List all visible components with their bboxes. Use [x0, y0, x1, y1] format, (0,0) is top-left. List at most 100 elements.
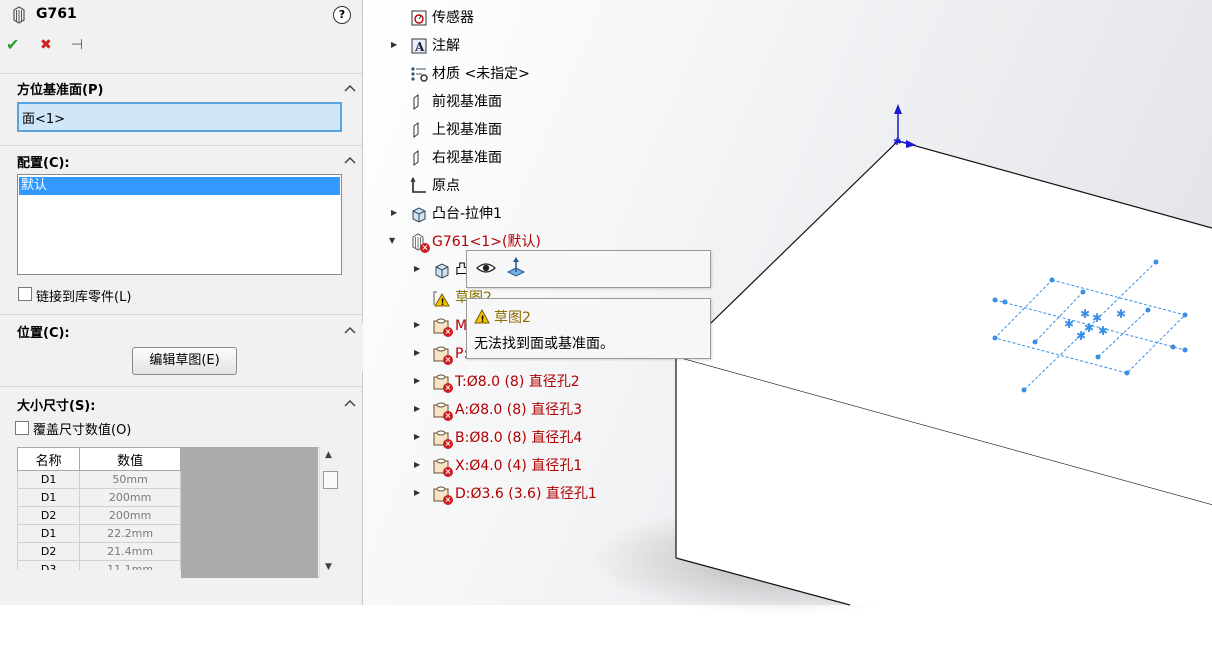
tree-child-hole[interactable]: × M: [433, 316, 467, 337]
override-dimension-label: 覆盖尺寸数值(O): [33, 423, 132, 438]
config-list[interactable]: 默认: [17, 174, 342, 275]
divider: [0, 145, 362, 146]
sensor-icon: [410, 9, 428, 27]
tree-item-label: G761<1>(默认): [432, 234, 541, 250]
library-feature-icon: [13, 6, 25, 24]
tree-child-hole[interactable]: × X:Ø4.0 (4) 直径孔1: [433, 456, 583, 477]
svg-text:✱: ✱: [893, 137, 901, 148]
plane-icon: [410, 121, 428, 139]
svg-text:!: !: [441, 298, 445, 307]
error-badge-icon: ×: [443, 383, 453, 393]
dim-value: 50mm: [79, 470, 181, 489]
plane-icon: [410, 93, 428, 111]
material-icon: [410, 65, 428, 83]
help-icon[interactable]: ?: [333, 6, 351, 24]
extrude-icon: [433, 261, 451, 279]
chevron-up-icon[interactable]: [344, 398, 356, 408]
tree-child-hole[interactable]: × B:Ø8.0 (8) 直径孔4: [433, 428, 583, 449]
library-feature-error-icon: ×: [410, 233, 430, 253]
edit-sketch-button[interactable]: 编辑草图(E): [132, 347, 237, 375]
expand-arrow-icon[interactable]: ▶: [414, 483, 424, 503]
pin-icon[interactable]: ⊣: [71, 36, 83, 54]
tree-item-right-plane[interactable]: 右视基准面: [410, 148, 502, 168]
scroll-down-icon[interactable]: ▼: [325, 562, 332, 572]
tree-child-hole[interactable]: × T:Ø8.0 (8) 直径孔2: [433, 372, 580, 393]
chevron-up-icon[interactable]: [344, 155, 356, 165]
error-badge-icon: ×: [443, 411, 453, 421]
table-row[interactable]: D2 200mm: [16, 506, 181, 525]
dim-name: D1: [16, 488, 81, 507]
orient-section-title: 方位基准面(P): [17, 83, 104, 98]
orient-plane-field[interactable]: 面<1>: [17, 102, 342, 132]
tree-item-label: A:Ø8.0 (8) 直径孔3: [455, 402, 582, 418]
warning-icon: !: [474, 309, 490, 324]
tree-item-front-plane[interactable]: 前视基准面: [410, 92, 502, 112]
expand-arrow-icon[interactable]: ▶: [414, 259, 424, 279]
table-empty-area: [181, 447, 318, 578]
config-list-item[interactable]: 默认: [19, 177, 340, 195]
table-row[interactable]: D1 50mm: [16, 470, 181, 489]
link-library-label: 链接到库零件(L): [36, 290, 132, 305]
table-row[interactable]: D2 21.4mm: [16, 542, 181, 561]
column-header-value[interactable]: 数值: [79, 447, 181, 471]
column-header-name[interactable]: 名称: [16, 447, 81, 471]
extrude-icon: [410, 205, 428, 223]
divider: [0, 386, 362, 387]
tree-item-origin[interactable]: 原点: [410, 176, 460, 196]
tree-item-label: 上视基准面: [432, 122, 502, 138]
svg-text:✱: ✱: [1098, 324, 1108, 338]
error-badge-icon: ×: [443, 355, 453, 365]
tree-child-extrude[interactable]: 凸: [433, 260, 469, 280]
tree-item-annotations[interactable]: A 注解: [410, 36, 460, 56]
expand-arrow-icon[interactable]: ▶: [414, 343, 424, 363]
tree-item-material[interactable]: 材质 <未指定>: [410, 64, 530, 84]
expand-arrow-icon[interactable]: ▶: [414, 427, 424, 447]
error-badge-icon: ×: [443, 467, 453, 477]
expand-arrow-icon[interactable]: ▶: [414, 455, 424, 475]
override-dimension-checkbox[interactable]: [15, 421, 29, 435]
cancel-icon[interactable]: ✖: [40, 36, 52, 54]
table-scrollbar[interactable]: ▲ ▼: [319, 447, 340, 578]
expand-arrow-icon[interactable]: ▶: [414, 371, 424, 391]
position-section-title: 位置(C):: [17, 326, 70, 341]
tree-item-sensors[interactable]: 传感器: [410, 8, 474, 28]
collapse-arrow-icon[interactable]: ▼: [389, 231, 399, 251]
error-badge-icon: ×: [443, 439, 453, 449]
plane-normal-icon[interactable]: [506, 257, 526, 277]
tree-item-label: X:Ø4.0 (4) 直径孔1: [455, 458, 583, 474]
tree-item-label: 传感器: [432, 10, 474, 26]
svg-text:✱: ✱: [1076, 329, 1086, 343]
tree-item-label: 材质 <未指定>: [432, 66, 530, 82]
tree-child-hole[interactable]: × D:Ø3.6 (3.6) 直径孔1: [433, 484, 597, 505]
dim-value: 21.4mm: [79, 542, 181, 561]
feature-title: G761: [36, 6, 77, 22]
tree-child-hole[interactable]: × A:Ø8.0 (8) 直径孔3: [433, 400, 582, 421]
tree-item-top-plane[interactable]: 上视基准面: [410, 120, 502, 140]
dim-name: D1: [16, 470, 81, 489]
panel-footer: [0, 578, 362, 605]
table-row[interactable]: D1 22.2mm: [16, 524, 181, 543]
tree-item-library-feature[interactable]: × G761<1>(默认): [410, 232, 541, 253]
expand-arrow-icon[interactable]: ▶: [414, 315, 424, 335]
tree-item-label: 原点: [432, 178, 460, 194]
chevron-up-icon[interactable]: [344, 325, 356, 335]
svg-text:✱: ✱: [1080, 307, 1090, 321]
error-tooltip: ! 草图2 无法找到面或基准面。: [466, 298, 711, 359]
sketch-warning-icon: !: [433, 289, 451, 308]
tree-item-boss-extrude[interactable]: 凸台-拉伸1: [410, 204, 502, 224]
expand-arrow-icon[interactable]: ▶: [391, 35, 401, 55]
table-row[interactable]: D1 200mm: [16, 488, 181, 507]
ok-icon[interactable]: ✔: [6, 36, 19, 54]
dim-name: D2: [16, 506, 81, 525]
expand-arrow-icon[interactable]: ▶: [414, 399, 424, 419]
tree-item-label: B:Ø8.0 (8) 直径孔4: [455, 430, 583, 446]
hole-error-icon: ×: [433, 373, 453, 393]
link-library-checkbox[interactable]: [18, 287, 32, 301]
property-manager-header: G761 ? ✔ ✖ ⊣: [0, 0, 362, 68]
svg-text:✱: ✱: [1064, 317, 1074, 331]
chevron-up-icon[interactable]: [344, 83, 356, 93]
expand-arrow-icon[interactable]: ▶: [391, 203, 401, 223]
scroll-up-icon[interactable]: ▲: [325, 450, 332, 460]
scroll-thumb[interactable]: [323, 471, 338, 489]
eye-icon[interactable]: [476, 260, 496, 276]
